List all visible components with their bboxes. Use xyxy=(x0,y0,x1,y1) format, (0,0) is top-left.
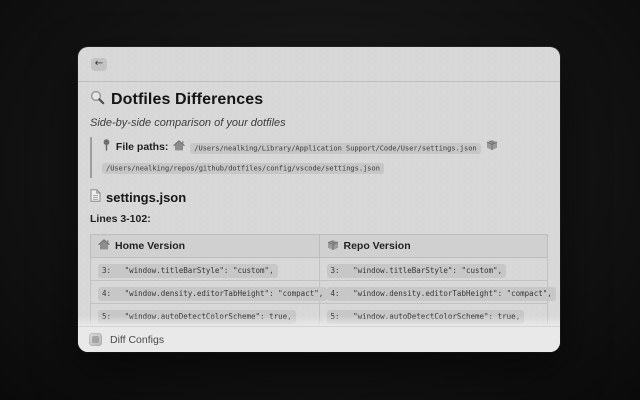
search-icon xyxy=(90,90,105,110)
footer-app-label: Diff Configs xyxy=(110,334,164,346)
page-title-row: Dotfiles Differences xyxy=(90,90,548,110)
code-line: 3: "window.titleBarStyle": "custom", xyxy=(98,264,278,278)
app-icon xyxy=(89,333,102,346)
code-line: 5: "window.autoDetectColorScheme": true, xyxy=(327,310,525,324)
package-icon xyxy=(486,139,498,158)
page-icon xyxy=(90,189,101,207)
pin-icon xyxy=(102,139,111,158)
raycast-window: ← Dotfiles Differences Side-by-side comp… xyxy=(78,47,560,352)
diff-cell-home: 3: "window.titleBarStyle": "custom", xyxy=(91,258,320,281)
diff-cell-home: 5: "window.autoDetectColorScheme": true, xyxy=(91,304,320,327)
repo-path-badge: /Users/nealking/repos/github/dotfiles/co… xyxy=(102,163,384,174)
column-header-repo: Repo Version xyxy=(319,235,548,258)
home-path-badge: /Users/nealking/Library/Application Supp… xyxy=(190,143,480,154)
filename-heading: settings.json xyxy=(106,190,186,205)
diff-cell-repo: 3: "window.titleBarStyle": "custom", xyxy=(319,258,548,281)
diff-cell-repo: 5: "window.autoDetectColorScheme": true, xyxy=(319,304,548,327)
window-header: ← xyxy=(78,47,560,82)
footer-bar: Diff Configs xyxy=(78,326,560,352)
table-row: 5: "window.autoDetectColorScheme": true,… xyxy=(91,304,548,327)
code-line: 4: "window.density.editorTabHeight": "co… xyxy=(327,287,556,301)
page-subtitle: Side-by-side comparison of your dotfiles xyxy=(90,117,548,131)
code-line: 5: "window.autoDetectColorScheme": true, xyxy=(98,310,296,324)
file-paths-label: File paths: xyxy=(116,141,169,153)
markdown-scroll-area[interactable]: Dotfiles Differences Side-by-side compar… xyxy=(78,82,560,326)
home-icon xyxy=(98,239,110,253)
code-line: 4: "window.density.editorTabHeight": "co… xyxy=(98,287,327,301)
page-title: Dotfiles Differences xyxy=(111,91,263,109)
back-arrow-icon: ← xyxy=(95,59,103,69)
column-header-home: Home Version xyxy=(91,235,320,258)
file-paths-blockquote: File paths: /Users/nealking/Library/Appl… xyxy=(90,137,536,178)
diff-cell-repo: 4: "window.density.editorTabHeight": "co… xyxy=(319,281,548,304)
back-button[interactable]: ← xyxy=(91,58,107,71)
code-line: 3: "window.titleBarStyle": "custom", xyxy=(327,264,507,278)
home-icon xyxy=(173,139,185,158)
table-row: 4: "window.density.editorTabHeight": "co… xyxy=(91,281,548,304)
lines-range-label: Lines 3-102: xyxy=(90,213,548,226)
diff-table: Home Version xyxy=(90,234,548,326)
filename-heading-row: settings.json xyxy=(90,189,548,206)
diff-cell-home: 4: "window.density.editorTabHeight": "co… xyxy=(91,281,320,304)
column-header-home-label: Home Version xyxy=(115,240,185,252)
table-row: 3: "window.titleBarStyle": "custom", 3: … xyxy=(91,258,548,281)
package-icon xyxy=(327,239,339,254)
column-header-repo-label: Repo Version xyxy=(344,240,411,252)
